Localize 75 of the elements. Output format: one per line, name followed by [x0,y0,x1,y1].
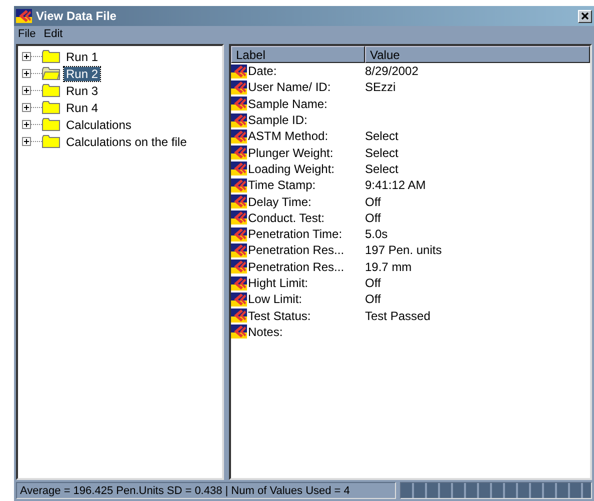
table-cell: Test Status: [248,308,311,323]
folder-icon [42,84,60,97]
folder-icon [42,118,60,131]
tree-item[interactable]: Run 3 [64,84,100,98]
row-icon [231,259,247,274]
table-cell: Date: [248,64,277,78]
table-cell: ASTM Method: [248,129,328,144]
table-cell-text: Off [365,276,382,290]
tree-item[interactable]: Calculations [64,118,134,132]
table-cell: Delay Time: [248,194,312,209]
table-cell-text: 5.0s [365,227,389,242]
table-cell-text: Off [365,194,382,209]
tree-item[interactable]: Run 1 [64,50,100,64]
row-icon [231,112,247,128]
row-icon [231,96,247,112]
table-cell: Loading Weight: [248,162,335,176]
expand-icon[interactable] [22,69,42,78]
row-icon [231,324,247,340]
row-icon [231,276,247,290]
table-cell: User Name/ ID: [248,80,331,94]
expand-icon[interactable] [22,120,42,129]
table-cell: Sample Name: [248,96,328,111]
row-icon [231,128,247,144]
app-logo-icon [16,9,32,23]
row-icon [231,308,247,324]
table-cell-text: 8/29/2002 [365,64,420,78]
table-cell-text: Select [365,162,400,176]
table-cell: Plunger Weight: [248,146,334,160]
table-cell: Time Stamp: [248,178,316,192]
row-icon [231,242,247,258]
table-cell: Penetration Res... [248,260,344,274]
folder-icon [42,67,60,80]
expand-icon[interactable] [22,86,42,95]
menu-item[interactable]: Edit [44,28,63,40]
window-title: View Data File [36,9,118,23]
table-cell: Hight Limit: [248,276,308,290]
table-cell: Penetration Time: [248,227,342,242]
row-icon [231,145,247,160]
table-cell-text: Off [365,292,382,306]
row-icon [231,194,247,210]
table-cell: Penetration Res... [248,243,344,258]
table-cell: Sample ID: [248,113,308,128]
row-icon [231,161,247,176]
table-cell-text: Select [365,146,400,160]
table-cell-text: Select [365,129,400,144]
row-icon [231,178,247,193]
folder-icon [42,50,60,63]
table-cell-text: 9:41:12 AM [365,178,427,192]
row-icon [231,80,247,95]
tree-item[interactable]: Calculations on the file [64,134,189,148]
table-cell-text: Test Passed [365,308,432,323]
row-icon [231,226,247,242]
status-text: Average = 196.425 Pen.Units SD = 0.438 | Num of Values Used = 4 [16,482,396,499]
table-cell: Conduct. Test: [248,210,324,225]
expand-icon[interactable] [22,52,42,61]
table-cell-text: Off [365,210,382,225]
row-icon [231,210,247,226]
column-header[interactable]: Value [365,46,590,63]
folder-icon [42,101,60,114]
table-cell: Notes: [248,324,283,339]
table-cell: Low Limit: [248,292,302,306]
row-icon [231,292,247,307]
row-icon [231,64,247,79]
folder-icon [42,135,60,148]
close-button[interactable] [578,10,592,22]
column-header[interactable]: Label [231,46,365,63]
expand-icon[interactable] [22,103,42,112]
expand-icon[interactable] [22,137,42,146]
table-cell-text: 19.7 mm [365,260,413,274]
table-cell-text: 197 Pen. units [365,243,443,258]
tree-item[interactable]: Run 2 [64,66,100,80]
tree-item[interactable]: Run 4 [64,100,100,114]
table-cell-text: SEzzi [365,80,397,94]
close-icon [581,12,589,20]
menu-item[interactable]: File [18,28,36,40]
